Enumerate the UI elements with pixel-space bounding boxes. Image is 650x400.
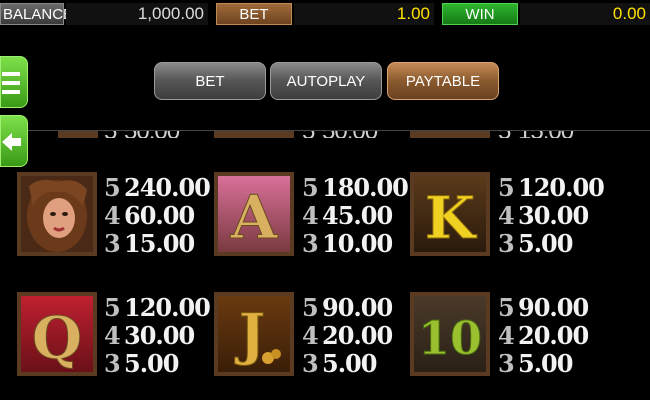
pay-multiplier: 3 (302, 229, 319, 258)
queen-symbol: Q (17, 292, 97, 376)
pay-multiplier: 4 (302, 201, 319, 230)
svg-text:K: K (425, 184, 478, 252)
pay-multiplier: 5 (498, 293, 515, 322)
pay-amount: 120.00 (518, 173, 605, 202)
pays-pirate-girl: 5 240.00 4 60.00 3 15.00 (104, 173, 211, 258)
pay-amount: 60.00 (124, 201, 195, 230)
win-label: WIN (442, 3, 518, 25)
pay-amount: 120.00 (124, 293, 211, 322)
back-button[interactable] (0, 115, 28, 167)
pay-multiplier: 5 (104, 173, 121, 202)
pay-amount: 15.00 (124, 229, 195, 258)
menu-button[interactable] (0, 56, 28, 108)
pay-multiplier: 4 (498, 321, 515, 350)
balance-value: 1,000.00 (66, 3, 208, 25)
pay-amount: 30.00 (124, 321, 195, 350)
pay-amount: 10.00 (322, 229, 393, 258)
pay-amount: 20.00 (322, 321, 393, 350)
ten-symbol: 10 (410, 292, 490, 376)
pay-multiplier: 3 (104, 229, 121, 258)
svg-text:A: A (230, 183, 279, 252)
pay-amount: 20.00 (518, 321, 589, 350)
pay-multiplier: 3 (302, 349, 319, 378)
pay-amount: 45.00 (322, 201, 393, 230)
pay-multiplier: 3 (498, 229, 515, 258)
svg-text:J: J (234, 302, 266, 368)
tab-bet[interactable]: BET (154, 62, 266, 100)
top-bar: BALANCE 1,000.00 BET 1.00 WIN 0.00 (0, 0, 650, 30)
pirate-girl-symbol (17, 172, 97, 256)
pays-ace: 5 180.00 4 45.00 3 10.00 (302, 173, 409, 258)
bet-label: BET (216, 3, 292, 25)
jack-symbol: J (214, 292, 294, 376)
pay-multiplier: 5 (302, 173, 319, 202)
pay-amount: 240.00 (124, 173, 211, 202)
svg-text:Q: Q (32, 304, 83, 372)
pay-amount: 5.00 (518, 349, 573, 378)
pay-multiplier: 5 (104, 293, 121, 322)
menu-icon (2, 72, 20, 94)
king-symbol: K (410, 172, 490, 256)
pay-multiplier: 4 (104, 321, 121, 350)
tab-bar-divider (0, 130, 650, 131)
back-arrow-icon (2, 133, 21, 151)
pay-amount: 90.00 (518, 293, 589, 322)
svg-text:10: 10 (418, 311, 482, 365)
pay-multiplier: 3 (104, 349, 121, 378)
pay-multiplier: 4 (498, 201, 515, 230)
bet-value: 1.00 (294, 3, 434, 25)
tab-autoplay[interactable]: AUTOPLAY (270, 62, 382, 100)
win-value: 0.00 (520, 3, 650, 25)
pay-multiplier: 4 (302, 321, 319, 350)
pay-amount: 5.00 (518, 229, 573, 258)
pay-multiplier: 5 (302, 293, 319, 322)
pay-amount: 90.00 (322, 293, 393, 322)
balance-label: BALANCE (0, 3, 73, 25)
pay-amount: 30.00 (518, 201, 589, 230)
tab-paytable[interactable]: PAYTABLE (387, 62, 499, 100)
pays-queen: 5 120.00 4 30.00 3 5.00 (104, 293, 211, 378)
ace-symbol: A (214, 172, 294, 256)
pay-multiplier: 5 (498, 173, 515, 202)
pay-amount: 5.00 (124, 349, 179, 378)
pay-multiplier: 3 (498, 349, 515, 378)
pay-amount: 5.00 (322, 349, 377, 378)
pay-multiplier: 4 (104, 201, 121, 230)
pays-ten: 5 90.00 4 20.00 3 5.00 (498, 293, 589, 378)
pay-amount: 180.00 (322, 173, 409, 202)
pays-king: 5 120.00 4 30.00 3 5.00 (498, 173, 605, 258)
pays-jack: 5 90.00 4 20.00 3 5.00 (302, 293, 393, 378)
